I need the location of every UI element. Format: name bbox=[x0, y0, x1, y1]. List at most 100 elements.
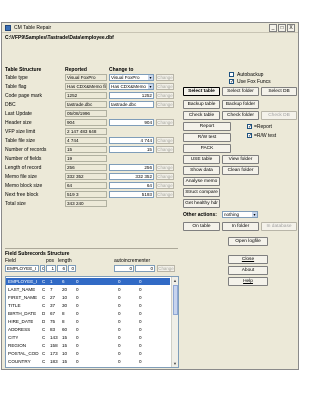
table-row[interactable]: FIRST_NAME C 27 10 0 0 0 bbox=[6, 294, 170, 301]
autoinc-step-input[interactable]: 0 bbox=[135, 265, 155, 272]
scroll-down-icon[interactable]: ▼ bbox=[172, 360, 178, 367]
table-row[interactable]: BIRTH_DATE D 67 8 0 0 0 bbox=[6, 310, 170, 317]
change-button[interactable]: Change bbox=[156, 101, 174, 108]
close-button[interactable]: Close bbox=[228, 255, 268, 264]
change-button[interactable]: Change bbox=[156, 164, 174, 171]
analyse-memo-button[interactable]: Analyse memo bbox=[183, 177, 220, 186]
structure-row-label: Table file size bbox=[5, 138, 36, 144]
select-folder-button[interactable]: Select folder bbox=[222, 87, 259, 96]
change-to-field[interactable]: Has CDX&Memo bbox=[109, 83, 154, 90]
section-divider bbox=[5, 248, 178, 249]
autobackup-checkbox[interactable] bbox=[229, 72, 234, 77]
cell-dec: 0 bbox=[76, 351, 79, 356]
table-row[interactable]: ADDRESS C 83 60 0 0 0 bbox=[6, 326, 170, 333]
select-db-button[interactable]: Select DB bbox=[261, 87, 297, 96]
cell-len: 8 bbox=[62, 311, 65, 316]
close-window-button[interactable]: X bbox=[287, 24, 295, 32]
backup-table-button[interactable]: Backup table bbox=[183, 100, 220, 109]
pack-button[interactable]: PACK bbox=[183, 144, 231, 153]
field-dec-input[interactable]: 0 bbox=[68, 265, 76, 272]
field-change-button[interactable]: Change bbox=[157, 265, 175, 272]
use-fox-funcs-checkbox[interactable]: ✓ bbox=[229, 79, 234, 85]
backup-folder-button[interactable]: Backup folder bbox=[222, 100, 259, 109]
table-row[interactable]: REGION C 158 15 0 0 0 bbox=[6, 342, 170, 349]
open-logfile-button[interactable]: Open logfile bbox=[228, 237, 268, 246]
rw-test-button[interactable]: R/W test bbox=[183, 133, 231, 142]
change-to-field[interactable]: 15 bbox=[109, 146, 154, 153]
change-button[interactable]: Change bbox=[156, 182, 174, 189]
change-to-field[interactable]: 64 bbox=[109, 182, 154, 189]
use-table-button[interactable]: USE table bbox=[183, 155, 220, 164]
change-to-field[interactable]: 5193 bbox=[109, 191, 154, 198]
show-data-button[interactable]: Show data bbox=[183, 166, 220, 175]
structure-row-label: Memo block size bbox=[5, 183, 43, 189]
get-healthy-hdr-button[interactable]: Get healthy hdr bbox=[183, 199, 220, 208]
table-row[interactable]: EMPLOYEE_I C 1 6 0 0 0 bbox=[6, 278, 170, 285]
cell-type: C bbox=[42, 295, 46, 300]
clean-folder-button[interactable]: Clean folder bbox=[222, 166, 259, 175]
reported-value: 343 240 bbox=[65, 200, 107, 207]
grid-scrollbar[interactable]: ▲ ▼ bbox=[171, 277, 178, 367]
reported-value: 15 bbox=[65, 146, 107, 153]
about-button[interactable]: About bbox=[228, 266, 268, 275]
change-button[interactable]: Change bbox=[156, 119, 174, 126]
cell-a1: 0 bbox=[118, 287, 121, 292]
select-table-button[interactable]: Select table bbox=[183, 87, 220, 96]
change-to-field[interactable]: tastrade.dbc bbox=[109, 101, 154, 108]
change-button[interactable]: Change bbox=[156, 191, 174, 198]
field-name-input[interactable]: EMPLOYEE_I bbox=[5, 265, 39, 272]
change-to-field[interactable]: 4 744 bbox=[109, 137, 154, 144]
change-to-field[interactable]: 256 bbox=[109, 164, 154, 171]
other-actions-select[interactable]: nothing bbox=[222, 211, 258, 218]
scroll-up-icon[interactable]: ▲ bbox=[172, 277, 178, 284]
cell-name: ADDRESS bbox=[8, 327, 31, 332]
change-button[interactable]: Change bbox=[156, 92, 174, 99]
in-folder-button[interactable]: In folder bbox=[222, 222, 259, 231]
cell-dec: 0 bbox=[76, 295, 79, 300]
structure-row-label: Next free block bbox=[5, 192, 39, 198]
table-row[interactable]: CITY C 143 15 0 0 0 bbox=[6, 334, 170, 341]
field-type-input[interactable]: C bbox=[40, 265, 45, 272]
title-bar[interactable]: CM Table Repair _ □ X bbox=[2, 23, 298, 33]
change-button[interactable]: Change bbox=[156, 83, 174, 90]
change-to-field[interactable]: 904 bbox=[109, 119, 154, 126]
help-button[interactable]: Help bbox=[228, 277, 268, 286]
report-checkbox[interactable]: ✓ bbox=[247, 124, 252, 130]
field-pos-input[interactable]: 1 bbox=[46, 265, 56, 272]
change-button[interactable]: Change bbox=[156, 173, 174, 180]
reported-header: Reported bbox=[65, 67, 87, 73]
cell-a2: 0 bbox=[139, 279, 142, 284]
reported-value: Visual FoxPro bbox=[65, 74, 107, 81]
maximize-button[interactable]: □ bbox=[278, 24, 286, 32]
report-button[interactable]: Report bbox=[183, 122, 231, 131]
cell-name: POSTAL_COD bbox=[8, 351, 39, 356]
struct-compare-button[interactable]: Struct compare bbox=[183, 188, 220, 197]
cell-pos: 143 bbox=[50, 335, 58, 340]
table-row[interactable]: LAST_NAME C 7 20 0 0 0 bbox=[6, 286, 170, 293]
table-row[interactable]: HIRE_DATE D 75 8 0 0 0 bbox=[6, 318, 170, 325]
table-row[interactable]: POSTAL_COD C 173 10 0 0 0 bbox=[6, 350, 170, 357]
change-to-field[interactable]: Visual FoxPro bbox=[109, 74, 154, 81]
change-to-field[interactable]: 332 352 bbox=[109, 173, 154, 180]
on-table-button[interactable]: On table bbox=[183, 222, 220, 231]
scroll-thumb[interactable] bbox=[173, 285, 178, 315]
view-folder-button[interactable]: View folder bbox=[222, 155, 259, 164]
change-button[interactable]: Change bbox=[156, 74, 174, 81]
cell-len: 60 bbox=[62, 327, 68, 332]
field-len-input[interactable]: 6 bbox=[57, 265, 67, 272]
cell-len: 10 bbox=[62, 351, 68, 356]
change-to-field[interactable]: 1252 bbox=[109, 92, 154, 99]
change-button[interactable]: Change bbox=[156, 146, 174, 153]
in-database-button[interactable]: In database bbox=[261, 222, 297, 231]
change-button[interactable]: Change bbox=[156, 137, 174, 144]
cell-a2: 0 bbox=[139, 295, 142, 300]
check-table-button[interactable]: Check table bbox=[183, 111, 220, 120]
autoinc-next-input[interactable]: 0 bbox=[114, 265, 134, 272]
table-row[interactable]: TITLE C 37 30 0 0 0 bbox=[6, 302, 170, 309]
fields-grid[interactable]: EMPLOYEE_I C 1 6 0 0 0 LAST_NAME C 7 20 0 0 0 FIRST_NA… bbox=[5, 276, 179, 368]
rw-test-checkbox[interactable]: ✓ bbox=[247, 133, 252, 139]
check-db-button[interactable]: Check DB bbox=[261, 111, 297, 120]
check-folder-button[interactable]: Check folder bbox=[222, 111, 259, 120]
minimize-button[interactable]: _ bbox=[269, 24, 277, 32]
table-row[interactable]: COUNTRY C 183 15 0 0 0 bbox=[6, 358, 170, 365]
